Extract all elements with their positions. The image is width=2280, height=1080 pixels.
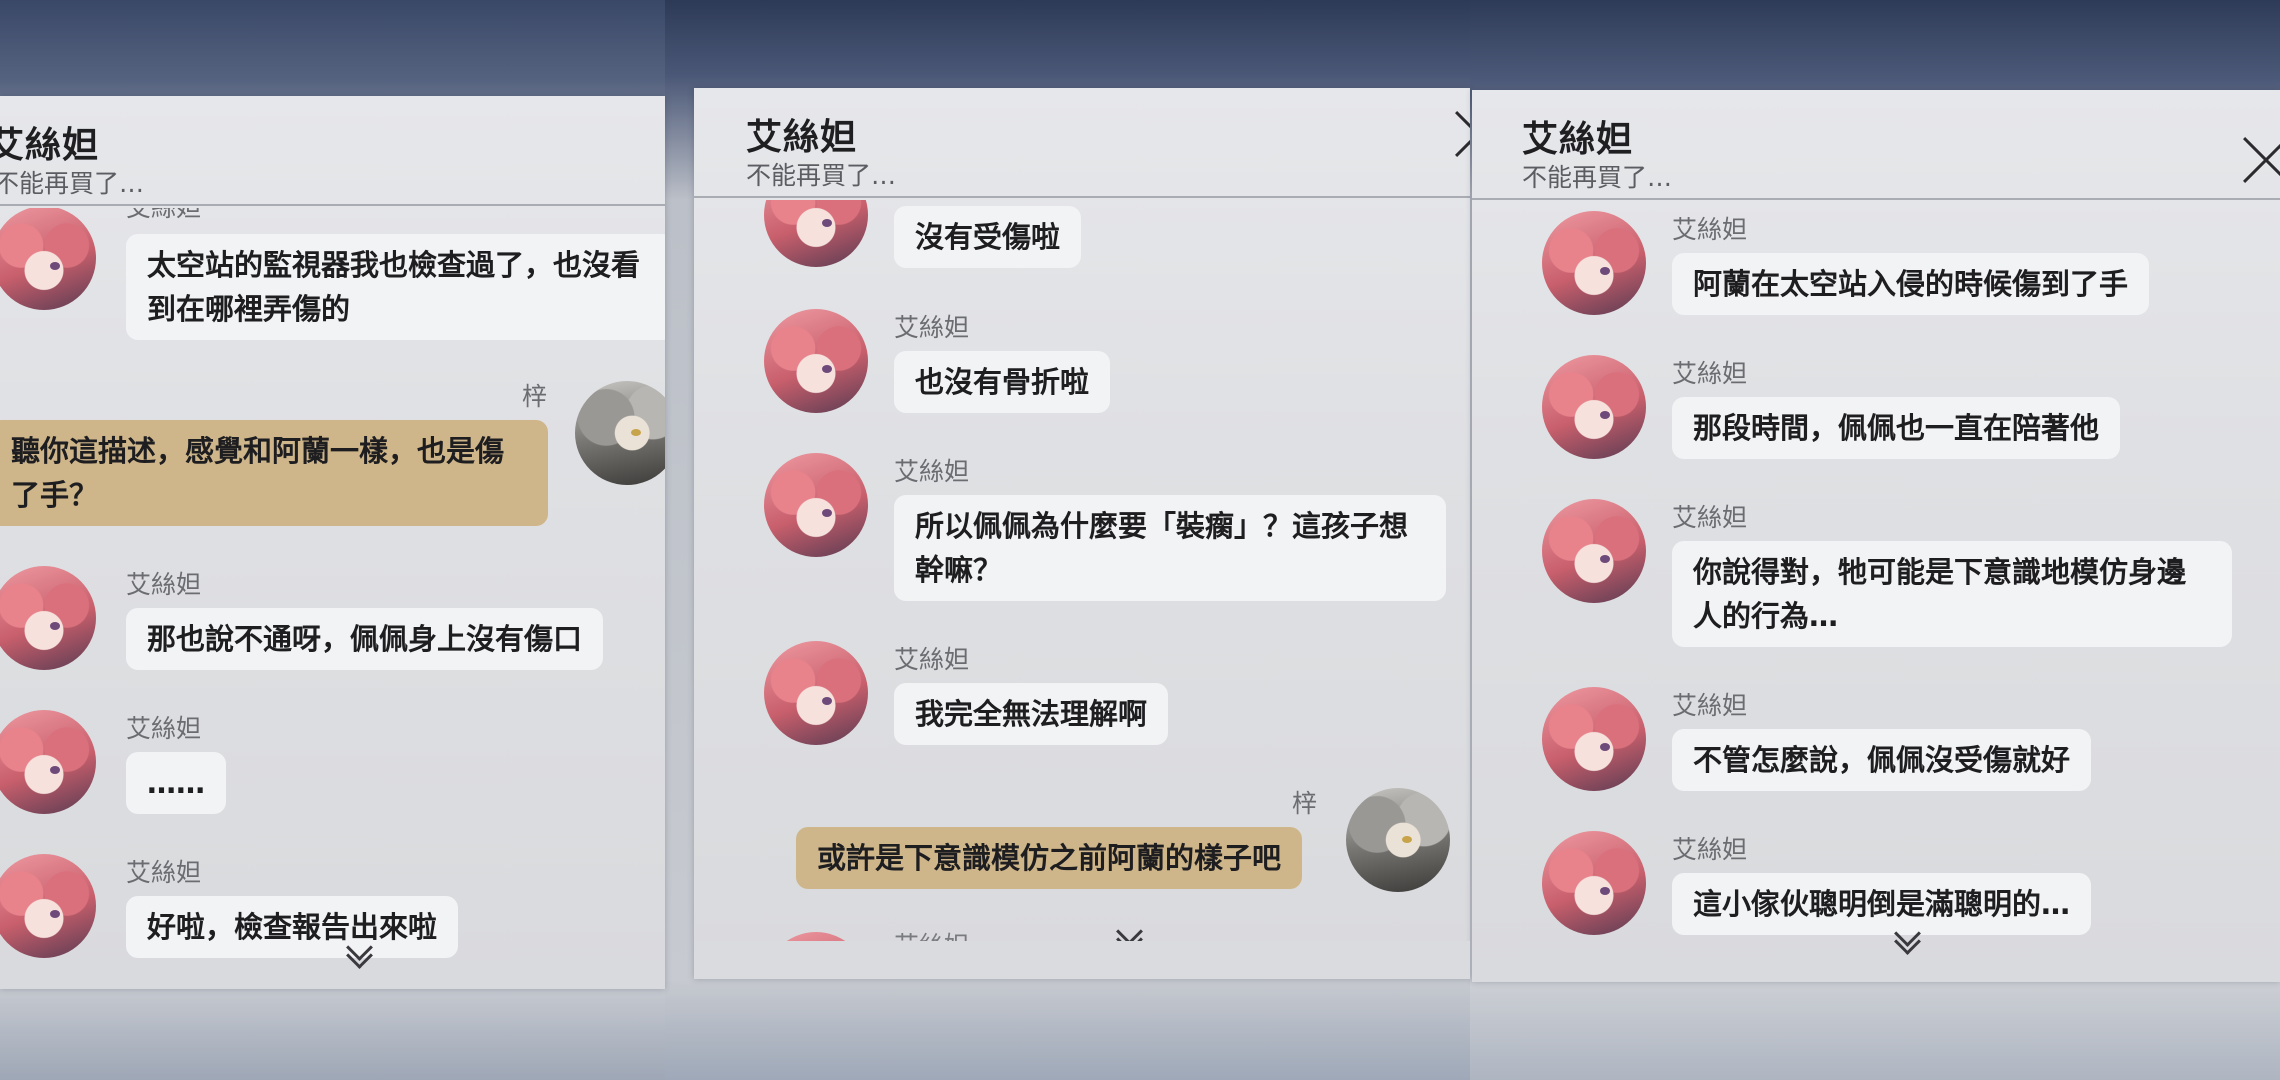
message-bubble: 太空站的監視器我也檢查過了，也沒看到在哪裡弄傷的 bbox=[126, 234, 665, 340]
avatar[interactable] bbox=[1542, 355, 1646, 459]
message-bubble: 也沒有骨折啦 bbox=[894, 351, 1111, 413]
avatar[interactable] bbox=[0, 710, 96, 814]
message-list[interactable]: 艾絲妲 太空站的監視器我也檢查過了，也沒看到在哪裡弄傷的 梓 聽你這描述，感覺和… bbox=[0, 208, 665, 989]
sender-name: 艾絲妲 bbox=[1672, 359, 1748, 388]
sender-name: 艾絲妲 bbox=[126, 570, 202, 599]
sender-name: 艾絲妲 bbox=[1672, 503, 1748, 532]
avatar[interactable] bbox=[0, 566, 96, 670]
chat-panel-2: 艾絲妲 不能再買了… 沒有受傷啦 艾絲妲 也沒有骨折啦 艾絲妲 所以佩佩為什麼要… bbox=[694, 88, 1470, 979]
avatar[interactable] bbox=[1542, 211, 1646, 315]
message-bubble: 那段時間，佩佩也一直在陪著他 bbox=[1672, 397, 2121, 459]
scroll-down-icon[interactable] bbox=[344, 944, 372, 970]
message-bubble: 我完全無法理解啊 bbox=[894, 683, 1169, 745]
message-bubble: 你說得對，牠可能是下意識地模仿身邊人的行為… bbox=[1672, 541, 2232, 647]
avatar[interactable] bbox=[0, 854, 96, 958]
sender-name: 艾絲妲 bbox=[126, 208, 201, 224]
sender-name: 艾絲妲 bbox=[894, 645, 970, 674]
avatar[interactable] bbox=[764, 453, 868, 557]
message-bubble: 那也說不通呀，佩佩身上沒有傷口 bbox=[126, 608, 604, 670]
message-bubble: …… bbox=[126, 752, 226, 814]
message-bubble: 沒有受傷啦 bbox=[894, 206, 1082, 268]
sender-name: 艾絲妲 bbox=[1672, 691, 1748, 720]
message-bubble: 所以佩佩為什麼要「裝瘸」？這孩子想幹嘛？ bbox=[894, 495, 1446, 601]
chat-subtitle: 不能再買了… bbox=[1522, 163, 1673, 192]
message-bubble: 好啦，檢查報告出來啦 bbox=[126, 896, 459, 958]
chat-header: 艾絲妲 不能再買了… bbox=[1472, 90, 2280, 200]
chat-panel-3: 艾絲妲 不能再買了… 艾絲妲 阿蘭在太空站入侵的時候傷到了手 艾絲妲 那段時間，… bbox=[1472, 90, 2280, 982]
message-bubble-mine: 或許是下意識模仿之前阿蘭的樣子吧 bbox=[796, 827, 1303, 889]
avatar[interactable] bbox=[764, 200, 868, 267]
sender-name: 艾絲妲 bbox=[894, 313, 970, 342]
chat-title: 艾絲妲 bbox=[746, 117, 858, 158]
message-bubble: 這小傢伙聰明倒是滿聰明的… bbox=[1672, 873, 2092, 935]
panel-fade bbox=[694, 941, 1470, 979]
sender-name: 艾絲妲 bbox=[126, 858, 202, 887]
sender-name: 艾絲妲 bbox=[1672, 215, 1748, 244]
avatar[interactable] bbox=[764, 309, 868, 413]
avatar[interactable] bbox=[0, 208, 96, 310]
message-list[interactable]: 沒有受傷啦 艾絲妲 也沒有骨折啦 艾絲妲 所以佩佩為什麼要「裝瘸」？這孩子想幹嘛… bbox=[694, 200, 1470, 979]
scroll-down-icon[interactable] bbox=[1892, 930, 1920, 956]
sender-name: 艾絲妲 bbox=[894, 457, 970, 486]
chat-subtitle: 不能再買了… bbox=[746, 161, 897, 190]
avatar[interactable] bbox=[1542, 687, 1646, 791]
message-list[interactable]: 艾絲妲 阿蘭在太空站入侵的時候傷到了手 艾絲妲 那段時間，佩佩也一直在陪著他 艾… bbox=[1472, 202, 2280, 982]
avatar[interactable] bbox=[575, 381, 665, 485]
sender-name: 梓 bbox=[1292, 789, 1318, 818]
avatar[interactable] bbox=[1542, 499, 1646, 603]
close-icon[interactable] bbox=[2242, 136, 2280, 184]
avatar[interactable] bbox=[764, 641, 868, 745]
close-icon[interactable] bbox=[1454, 110, 1470, 158]
sender-name: 艾絲妲 bbox=[1672, 835, 1748, 864]
chat-subtitle: 不能再買了… bbox=[0, 169, 145, 198]
chat-panel-1: 艾絲妲 不能再買了… 艾絲妲 太空站的監視器我也檢查過了，也沒看到在哪裡弄傷的 … bbox=[0, 96, 665, 989]
chat-title: 艾絲妲 bbox=[0, 125, 100, 166]
message-bubble: 不管怎麼說，佩佩沒受傷就好 bbox=[1672, 729, 2092, 791]
message-bubble: 阿蘭在太空站入侵的時候傷到了手 bbox=[1672, 253, 2150, 315]
avatar[interactable] bbox=[1542, 831, 1646, 935]
chat-title: 艾絲妲 bbox=[1522, 119, 1634, 160]
sender-name: 艾絲妲 bbox=[126, 714, 202, 743]
avatar[interactable] bbox=[1346, 788, 1450, 892]
message-bubble-mine: 聽你這描述，感覺和阿蘭一樣，也是傷了手？ bbox=[0, 420, 548, 526]
sender-name: 梓 bbox=[522, 382, 548, 411]
chat-header: 艾絲妲 不能再買了… bbox=[0, 96, 665, 206]
chat-header: 艾絲妲 不能再買了… bbox=[694, 88, 1470, 198]
